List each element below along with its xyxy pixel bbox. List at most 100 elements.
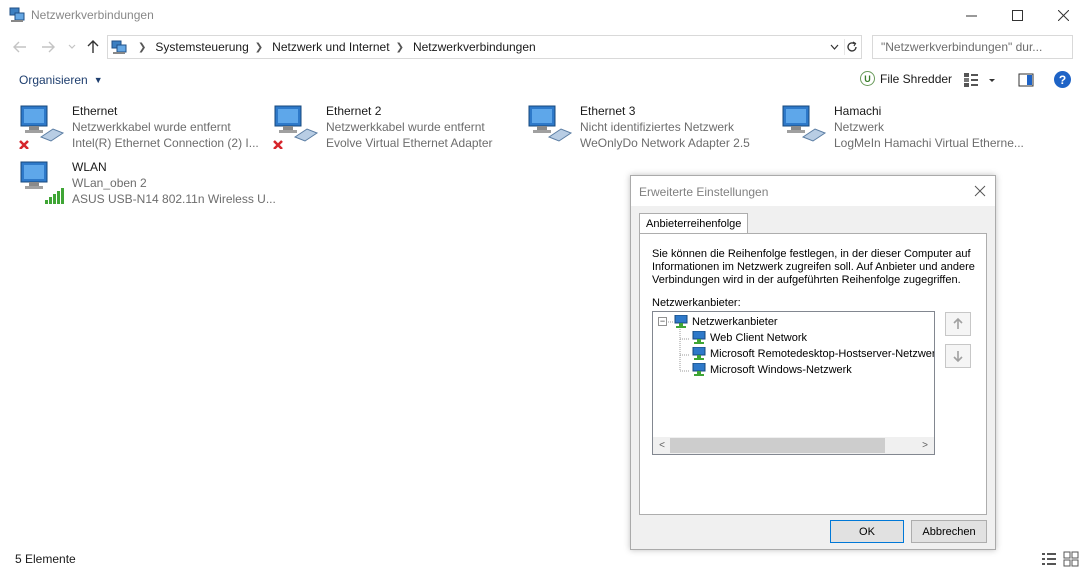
ok-button[interactable]: OK (830, 520, 904, 543)
connection-status: WLan_oben 2 (72, 176, 147, 190)
forward-button[interactable] (40, 39, 56, 55)
organize-menu-button[interactable]: Organisieren ▼ (19, 73, 103, 87)
preview-pane-icon[interactable] (1018, 72, 1034, 88)
tab-panel: Sie können die Reihenfolge festlegen, in… (639, 233, 987, 515)
up-button[interactable] (85, 39, 101, 55)
connection-status: Nicht identifiziertes Netzwerk (580, 120, 735, 134)
providers-label: Netzwerkanbieter: (652, 297, 741, 309)
change-view-icon[interactable] (963, 72, 979, 88)
tree-root[interactable]: Netzwerkanbieter (673, 314, 778, 330)
close-button[interactable] (1040, 0, 1086, 30)
dialog-title-bar: Erweiterte Einstellungen (631, 176, 995, 206)
chevron-down-icon[interactable] (987, 72, 997, 88)
provider-item[interactable]: Web Client Network (691, 330, 807, 346)
refresh-icon (846, 41, 857, 52)
connection-device: ASUS USB-N14 802.11n Wireless U... (72, 192, 276, 206)
chevron-down-icon (68, 44, 76, 49)
chevron-down-icon (830, 44, 838, 50)
file-shredder-label: File Shredder (880, 71, 953, 86)
address-dropdown-button[interactable] (827, 39, 841, 55)
connection-item-ethernet-2[interactable]: Ethernet 2 Netzwerkkabel wurde entfernt … (273, 100, 523, 152)
title-bar: Netzwerkverbindungen (0, 0, 1087, 31)
advanced-settings-dialog: Erweiterte Einstellungen Anbieterreihenf… (630, 175, 996, 550)
help-button[interactable]: ? (1054, 71, 1071, 88)
move-down-button[interactable] (945, 344, 971, 368)
provider-item[interactable]: Microsoft Remotedesktop-Hostserver-Netzw… (691, 346, 935, 362)
provider-label: Microsoft Remotedesktop-Hostserver-Netzw… (710, 348, 935, 360)
caret-down-icon: ▼ (93, 75, 103, 85)
breadcrumb-netzwerkverbindungen[interactable]: Netzwerkverbindungen (413, 40, 536, 54)
connection-device: Evolve Virtual Ethernet Adapter (326, 136, 493, 150)
arrow-left-icon (13, 41, 26, 53)
large-icons-view-icon[interactable] (1063, 551, 1079, 567)
connection-status: Netzwerkkabel wurde entfernt (72, 120, 231, 134)
help-icon: ? (1058, 72, 1067, 87)
dialog-title: Erweiterte Einstellungen (639, 185, 769, 199)
item-count: 5 Elemente (15, 552, 76, 566)
breadcrumb-systemsteuerung[interactable]: Systemsteuerung (155, 40, 248, 54)
search-input[interactable] (881, 39, 1066, 55)
wireless-adapter-icon (20, 161, 64, 204)
network-connections-icon (9, 7, 25, 22)
window-title: Netzwerkverbindungen (31, 8, 154, 22)
breadcrumb: ❯ Systemsteuerung ❯ Netzwerk und Interne… (132, 40, 536, 54)
command-bar: Organisieren ▼ U File Shredder ? (0, 66, 1087, 94)
tab-provider-order[interactable]: Anbieterreihenfolge (639, 213, 749, 234)
network-adapter-disconnected-icon (19, 105, 65, 149)
network-adapter-icon (528, 105, 573, 142)
network-adapter-disconnected-icon (273, 105, 319, 149)
providers-tree[interactable]: − Netzwerkanbieter Web Client Network Mi… (652, 311, 935, 455)
network-provider-icon (692, 347, 706, 360)
search-box[interactable] (872, 35, 1073, 59)
connection-item-ethernet-3[interactable]: Ethernet 3 Nicht identifiziertes Netzwer… (527, 100, 777, 152)
details-view-icon[interactable] (1041, 551, 1057, 567)
scrollbar-thumb[interactable] (670, 438, 885, 453)
tree-root-label: Netzwerkanbieter (692, 316, 778, 328)
control-panel-icon (111, 40, 127, 54)
chevron-right-icon[interactable]: ❯ (138, 42, 146, 53)
recent-locations-button[interactable] (64, 39, 80, 55)
connection-name: Ethernet 2 (326, 104, 382, 118)
minimize-button[interactable] (948, 0, 994, 30)
move-up-button[interactable] (945, 312, 971, 336)
connection-item-ethernet[interactable]: Ethernet Netzwerkkabel wurde entfernt In… (19, 100, 269, 152)
scroll-left-icon[interactable]: < (655, 439, 669, 452)
connection-item-wlan[interactable]: WLAN WLan_oben 2 ASUS USB-N14 802.11n Wi… (19, 156, 276, 208)
network-provider-icon (692, 363, 706, 376)
refresh-button[interactable] (844, 39, 858, 55)
connection-name: Hamachi (834, 104, 882, 118)
connection-item-hamachi[interactable]: Hamachi Netzwerk LogMeIn Hamachi Virtual… (781, 100, 1031, 152)
provider-label: Microsoft Windows-Netzwerk (710, 364, 852, 376)
network-adapter-icon (782, 105, 827, 142)
maximize-button[interactable] (994, 0, 1040, 30)
horizontal-scrollbar[interactable]: < > (653, 437, 934, 454)
connection-name: Ethernet 3 (580, 104, 636, 118)
arrow-up-icon (87, 40, 99, 53)
back-button[interactable] (12, 39, 28, 55)
scroll-right-icon[interactable]: > (918, 439, 932, 452)
network-provider-icon (674, 315, 688, 328)
arrow-up-icon (953, 317, 963, 329)
address-row: ❯ Systemsteuerung ❯ Netzwerk und Interne… (0, 34, 1087, 60)
arrow-right-icon (42, 41, 55, 53)
cancel-button[interactable]: Abbrechen (911, 520, 987, 543)
chevron-right-icon[interactable]: ❯ (255, 42, 263, 53)
connection-status: Netzwerkkabel wurde entfernt (326, 120, 485, 134)
organize-label: Organisieren (19, 73, 88, 87)
address-bar[interactable]: ❯ Systemsteuerung ❯ Netzwerk und Interne… (107, 35, 862, 59)
network-provider-icon (692, 331, 706, 344)
dialog-description: Sie können die Reihenfolge festlegen, in… (652, 248, 975, 286)
maximize-icon (1011, 9, 1023, 21)
connection-name: WLAN (72, 160, 107, 174)
connection-device: Intel(R) Ethernet Connection (2) I... (72, 136, 259, 150)
file-shredder-icon: U (860, 71, 875, 86)
provider-item[interactable]: Microsoft Windows-Netzwerk (691, 362, 852, 378)
connection-device: WeOnlyDo Network Adapter 2.5 (580, 136, 750, 150)
chevron-right-icon[interactable]: ❯ (396, 42, 404, 53)
file-shredder-button[interactable]: U File Shredder (860, 71, 952, 86)
arrow-down-icon (953, 351, 963, 363)
minimize-icon (965, 15, 977, 16)
close-icon[interactable] (973, 184, 987, 198)
breadcrumb-netzwerk-und-internet[interactable]: Netzwerk und Internet (272, 40, 389, 54)
connection-device: LogMeIn Hamachi Virtual Etherne... (834, 136, 1024, 150)
